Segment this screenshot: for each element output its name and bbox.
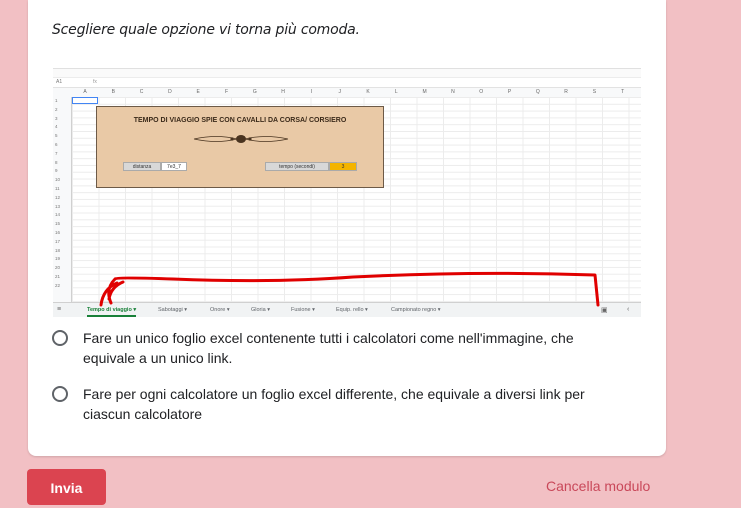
row-header: 21 [55, 274, 61, 279]
column-header: S [592, 89, 597, 95]
row-header: 10 [55, 177, 61, 183]
panel-title: TEMPO DI VIAGGIO SPIE CON CAVALLI DA COR… [133, 117, 347, 124]
row-header: 15 [55, 221, 61, 227]
clear-form-link[interactable]: Cancella modulo [546, 478, 650, 494]
question-card: Scegliere quale opzione vi torna più com… [28, 0, 666, 456]
row-header: 1 [55, 98, 58, 103]
row-header: 22 [55, 282, 61, 288]
distance-value: 7e3_7 [161, 162, 187, 171]
column-header: I [310, 89, 313, 95]
row-header: 16 [55, 230, 61, 235]
row-header: 11 [55, 186, 60, 191]
option-label: Fare per ogni calcolatore un foglio exce… [83, 386, 585, 422]
time-value: 3 [329, 162, 357, 171]
radio-single-sheet[interactable] [52, 330, 68, 346]
submit-button[interactable]: Invia [27, 469, 106, 505]
row-header: 12 [55, 194, 61, 200]
column-header: M [422, 89, 427, 95]
row-header: 13 [55, 203, 61, 209]
row-header: 7 [55, 150, 58, 156]
fx-icon: fx [93, 79, 97, 85]
sheet-tabs-bar: ≡ Tempo di viaggio ▾ Sabotaggi ▾ Onore ▾ Gl… [53, 302, 641, 317]
distance-label: distanza [123, 162, 161, 171]
column-header: Q [535, 89, 540, 95]
column-header: N [451, 89, 455, 95]
column-header: K [366, 89, 370, 95]
option-label: Fare un unico foglio excel contenente tu… [83, 330, 574, 366]
spreadsheet-screenshot: A1 fx ABCDEFGHIJKLMNOPQRST 1 2 3 4 5 6 7 8 9 10 11… [53, 68, 641, 317]
column-header: D [168, 89, 172, 95]
row-headers: 1 2 3 4 5 6 7 8 9 10 11 12 13 14 15 16 17 18 19 20 21 22 [53, 97, 72, 302]
column-header: P [507, 89, 512, 95]
column-header: G [252, 89, 257, 95]
ornament-icon [193, 135, 289, 143]
column-header: C [139, 89, 144, 95]
row-header: 18 [55, 247, 61, 253]
row-header: 9 [55, 168, 58, 174]
row-header: 2 [55, 106, 58, 112]
row-header: 3 [55, 115, 58, 121]
column-header: F [224, 89, 229, 95]
calculator-panel: TEMPO DI VIAGGIO SPIE CON CAVALLI DA COR… [96, 106, 384, 188]
sheet-tab[interactable]: Tempo di viaggio ▾ [87, 307, 137, 317]
column-header: A [83, 89, 87, 95]
question-title: Scegliere quale opzione vi torna più com… [52, 22, 360, 38]
sheet-list-icon: ≡ [57, 306, 62, 313]
time-label: tempo (secondi) [265, 162, 329, 171]
sheet-tab[interactable]: Campionato regno ▾ [391, 307, 441, 313]
sheet-tab[interactable]: Gloria ▾ [251, 307, 270, 313]
formula-bar: A1 fx [53, 78, 641, 88]
cell-reference: A1 [56, 79, 63, 85]
column-header: B [111, 89, 115, 95]
column-header: H [281, 89, 285, 95]
explore-icon: ▣ [601, 307, 608, 314]
sheet-tab[interactable]: Equip. rello ▾ [336, 307, 368, 313]
row-header: 14 [55, 212, 61, 218]
row-header: 17 [55, 238, 61, 244]
column-header: E [196, 89, 200, 95]
sheet-tab[interactable]: Fusione ▾ [291, 307, 315, 313]
column-header: O [479, 89, 484, 95]
row-header: 6 [55, 142, 58, 147]
sheet-tab[interactable]: Onore ▾ [210, 307, 230, 313]
radio-multiple-sheets[interactable] [52, 386, 68, 402]
row-header: 8 [55, 159, 58, 165]
sheet-tab[interactable]: Sabotaggi ▾ [158, 307, 187, 313]
column-header: R [564, 89, 568, 95]
row-header: 5 [55, 133, 58, 139]
column-header: J [338, 89, 341, 95]
collapse-icon: ‹ [627, 306, 630, 313]
column-header: T [621, 89, 625, 95]
sheet-toolbar [53, 69, 641, 78]
row-header: 4 [55, 124, 58, 130]
column-header: L [394, 89, 398, 95]
selected-cell [72, 97, 98, 104]
row-header: 19 [55, 256, 61, 262]
row-header: 20 [55, 265, 61, 271]
